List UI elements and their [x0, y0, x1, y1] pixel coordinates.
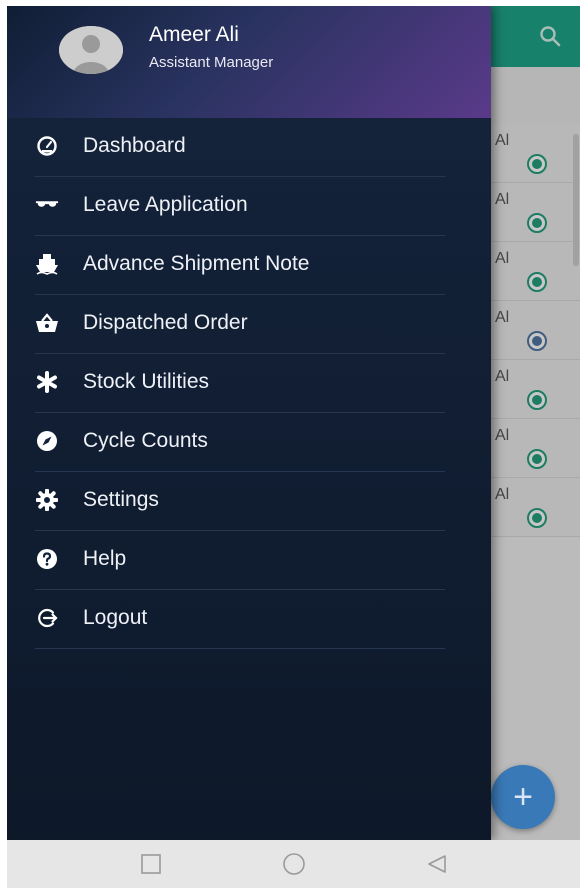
avatar[interactable] — [59, 26, 123, 74]
compass-icon — [35, 429, 59, 453]
user-name: Ameer Ali — [149, 23, 239, 46]
menu-label: Dashboard — [83, 134, 186, 157]
person-icon — [59, 26, 123, 74]
ship-icon — [35, 252, 59, 276]
dashboard-icon — [35, 134, 59, 158]
menu-label: Leave Application — [83, 193, 248, 216]
menu-label: Logout — [83, 606, 148, 629]
menu-item-settings[interactable]: Settings — [35, 472, 445, 531]
system-navigation-bar — [7, 840, 580, 888]
app-screen: Al Al Al Al Al Al Al + Ameer Ali Assista… — [7, 6, 580, 840]
recents-icon — [141, 854, 161, 874]
menu-item-advance-shipment-note[interactable]: Advance Shipment Note — [35, 236, 445, 295]
menu-label: Settings — [83, 488, 159, 511]
menu-label: Advance Shipment Note — [83, 252, 310, 275]
home-icon — [283, 853, 305, 875]
menu-item-help[interactable]: Help — [35, 531, 445, 590]
menu-item-leave-application[interactable]: Leave Application — [35, 177, 445, 236]
back-button[interactable] — [424, 851, 450, 877]
menu-label: Dispatched Order — [83, 311, 248, 334]
home-button[interactable] — [281, 851, 307, 877]
drawer-menu: Dashboard Leave Application Advance Ship… — [7, 118, 491, 649]
menu-label: Cycle Counts — [83, 429, 208, 452]
menu-label: Stock Utilities — [83, 370, 210, 393]
back-icon — [428, 855, 446, 873]
menu-item-dispatched-order[interactable]: Dispatched Order — [35, 295, 445, 354]
menu-item-stock-utilities[interactable]: Stock Utilities — [35, 354, 445, 413]
sunglasses-icon — [35, 193, 59, 217]
menu-item-dashboard[interactable]: Dashboard — [35, 118, 445, 177]
recents-button[interactable] — [138, 851, 164, 877]
menu-label: Help — [83, 547, 127, 570]
navigation-drawer: Ameer Ali Assistant Manager Dashboard Le… — [7, 6, 491, 840]
menu-item-cycle-counts[interactable]: Cycle Counts — [35, 413, 445, 472]
help-icon — [35, 547, 59, 571]
user-role: Assistant Manager — [149, 54, 274, 71]
asterisk-icon — [35, 370, 59, 394]
gear-icon — [35, 488, 59, 512]
add-fab-button[interactable]: + — [491, 765, 555, 829]
drawer-header: Ameer Ali Assistant Manager — [7, 6, 491, 118]
plus-icon: + — [513, 777, 533, 816]
logout-icon — [35, 606, 59, 630]
menu-item-logout[interactable]: Logout — [35, 590, 445, 649]
basket-icon — [35, 311, 59, 335]
